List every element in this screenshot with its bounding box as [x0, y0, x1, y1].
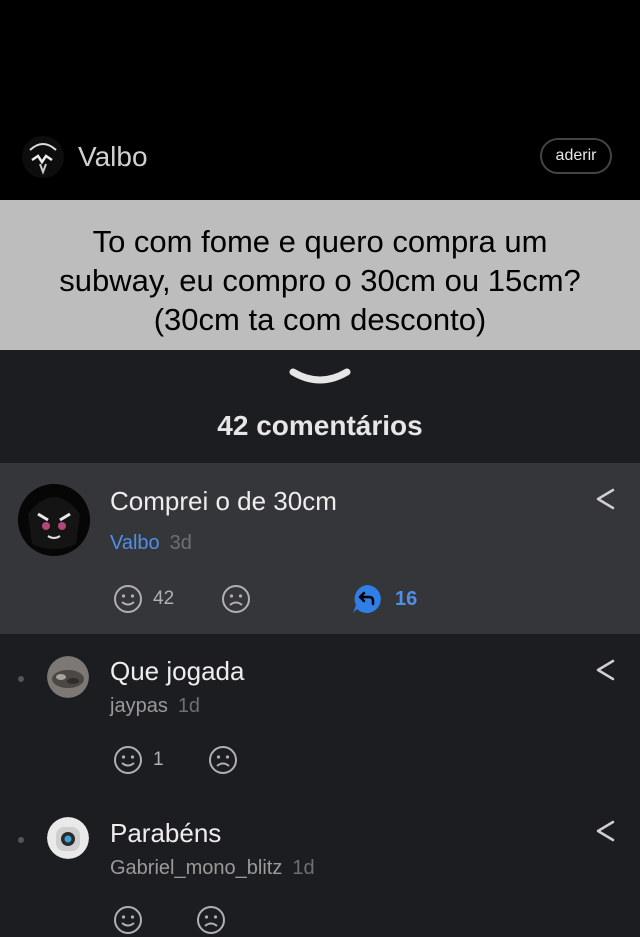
reply-username[interactable]: Gabriel_mono_blitz	[110, 857, 282, 879]
share-icon[interactable]	[591, 817, 619, 845]
reply-time: 1d	[177, 695, 201, 717]
like-count: 1	[153, 749, 164, 770]
question-text: To com fome e quero compra um subway, eu…	[0, 200, 640, 350]
reply-avatar[interactable]	[47, 656, 89, 698]
chevron-down-icon[interactable]	[289, 364, 351, 388]
comment-time: 3d	[169, 532, 192, 554]
question-line: To com fome e quero compra um	[92, 224, 548, 259]
reply-meta: jaypas 1d	[110, 695, 200, 718]
reply-avatar[interactable]	[47, 817, 89, 859]
thread-dot	[18, 837, 24, 843]
comment-username[interactable]: Valbo	[110, 532, 160, 554]
reply-time: 1d	[292, 857, 315, 879]
reply-count[interactable]: 16	[395, 588, 417, 611]
comments-count: 42 comentários	[217, 410, 423, 441]
smile-icon	[114, 906, 142, 934]
share-icon[interactable]	[591, 656, 619, 684]
comment-meta: Valbo 3d	[110, 532, 192, 555]
reply-text: Que jogada	[110, 656, 245, 686]
author-name[interactable]: Valbo	[78, 140, 148, 174]
sad-icon	[209, 746, 237, 774]
question-line: subway, eu compro o 30cm ou 15cm?	[59, 263, 581, 298]
like-reaction[interactable]: 42	[112, 583, 174, 615]
like-reaction[interactable]	[112, 904, 153, 936]
reply-icon[interactable]	[351, 583, 383, 615]
author-avatar[interactable]	[22, 136, 64, 178]
question-line: (30cm ta com desconto)	[153, 302, 487, 337]
comment-text: Comprei o de 30cm	[110, 486, 337, 516]
dislike-reaction[interactable]	[220, 583, 252, 615]
commenter-avatar[interactable]	[18, 484, 90, 556]
smile-icon	[114, 585, 142, 613]
like-reaction[interactable]: 1	[112, 744, 164, 776]
reply-text: Parabéns	[110, 818, 222, 848]
join-button[interactable]: aderir	[540, 138, 612, 174]
sad-icon	[222, 585, 250, 613]
reply-username[interactable]: jaypas	[110, 695, 168, 717]
thread-dot	[18, 676, 24, 682]
share-icon[interactable]	[591, 485, 619, 513]
replies-list	[0, 634, 640, 937]
dislike-reaction[interactable]	[207, 744, 239, 776]
dislike-reaction[interactable]	[195, 904, 227, 936]
sad-icon	[197, 906, 225, 934]
smile-icon	[114, 746, 142, 774]
like-count: 42	[153, 588, 175, 609]
reply-meta: Gabriel_mono_blitz 1d	[110, 857, 315, 880]
